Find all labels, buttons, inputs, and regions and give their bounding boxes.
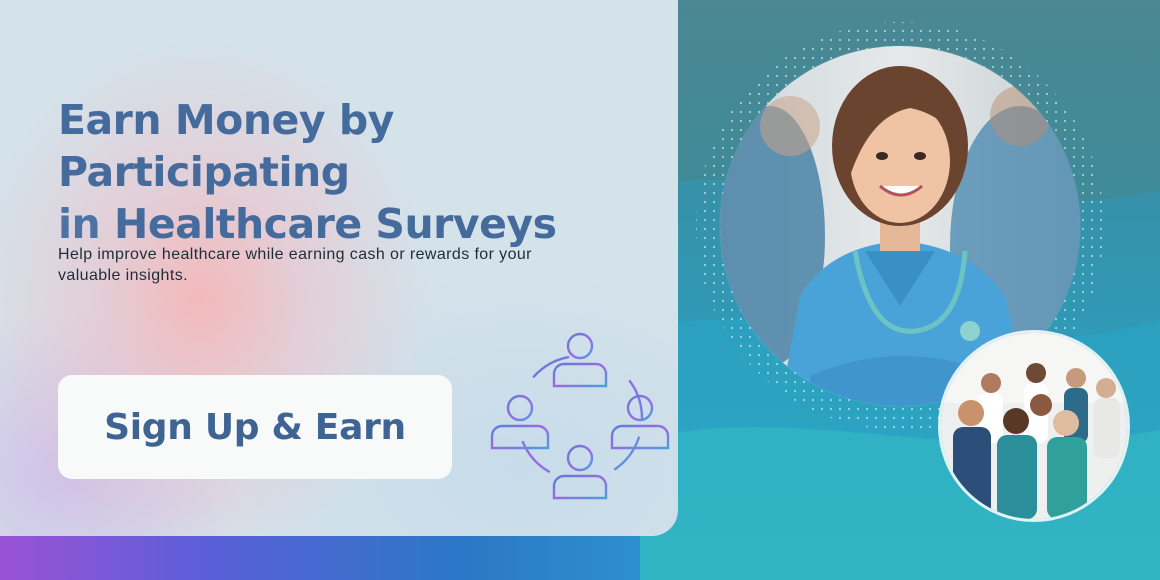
sign-up-button[interactable]: Sign Up & Earn <box>58 375 452 479</box>
subtitle: Help improve healthcare while earning ca… <box>58 246 532 284</box>
community-network-icon <box>490 332 670 500</box>
medical-team-photo <box>938 330 1130 522</box>
headline-line-2-bold: Healthcare Surveys <box>114 200 557 248</box>
headline-line-1: Earn Money by Participating <box>58 96 394 196</box>
headline-line-2-prefix: in <box>58 200 115 248</box>
page-title: Earn Money by Participating in Healthcar… <box>58 94 678 250</box>
